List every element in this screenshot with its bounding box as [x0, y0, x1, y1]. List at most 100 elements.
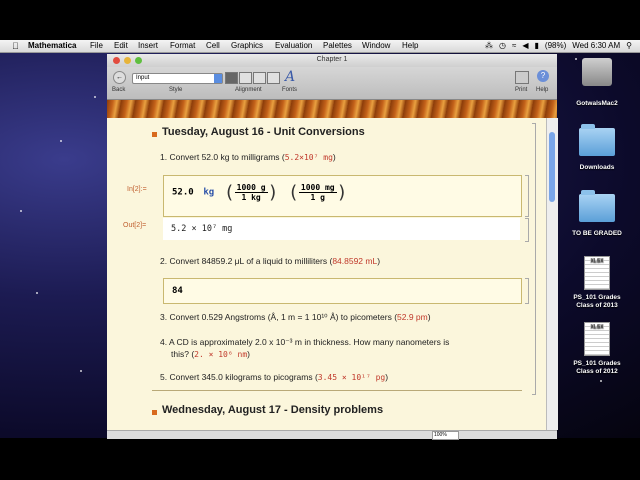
question-1-answer: 5.2×10⁷ mg — [284, 153, 333, 162]
style-select-value: Input — [136, 75, 150, 81]
question-5-close: ) — [385, 372, 389, 382]
paren-close: ) — [267, 182, 279, 203]
question-3: 3. Convert 0.529 Angstroms (Å, 1 m = 1 1… — [160, 312, 431, 323]
folder-icon — [579, 190, 615, 222]
question-2-text: 2. Convert 84859.2 μL of a liquid to mil… — [160, 256, 333, 266]
hard-disk-icon — [582, 58, 612, 86]
question-2-answer: 84.8592 mL — [332, 256, 378, 266]
question-4-close: ) — [247, 349, 250, 359]
output-cell[interactable]: 5.2 × 10⁷ mg — [163, 218, 520, 240]
menu-format[interactable]: Format — [170, 41, 195, 50]
alignment-label: Alignment — [235, 87, 262, 93]
desktop-icon-to-be-graded[interactable]: TO BE GRADED — [565, 190, 629, 237]
fraction-2-numerator: 1000 mg — [298, 183, 337, 193]
menu-help[interactable]: Help — [402, 41, 418, 50]
desktop-icon-disk[interactable]: GotwalsMac2 — [565, 58, 629, 107]
question-4-answer: 2. × 10⁶ nm — [194, 350, 248, 359]
desktop-icon-label: Downloads — [579, 164, 615, 171]
menu-evaluation[interactable]: Evaluation — [275, 41, 312, 50]
paren-open: ( — [223, 182, 235, 203]
window-title: Chapter 1 — [316, 56, 348, 63]
battery-percent: (98%) — [544, 41, 567, 50]
cell-bracket[interactable] — [532, 123, 536, 395]
menu-edit[interactable]: Edit — [114, 41, 128, 50]
volume-icon[interactable]: ◀ — [522, 41, 528, 50]
desktop-icon-grades-2012[interactable]: XLSX PS_101 Grades Class of 2012 — [565, 322, 629, 376]
spreadsheet-icon: XLSX — [584, 256, 610, 290]
menu-graphics[interactable]: Graphics — [231, 41, 263, 50]
vertical-scrollbar[interactable] — [546, 118, 558, 430]
input-cell[interactable]: 52.0 kg (1000 g1 kg) (1000 mg 1 g) — [163, 175, 522, 217]
star — [60, 140, 62, 142]
time-machine-icon[interactable]: ◷ — [499, 41, 506, 50]
title-bar[interactable]: Chapter 1 — [107, 54, 557, 67]
section-bullet-icon — [152, 410, 157, 415]
desktop-icon-label: PS_101 Grades Class of 2012 — [573, 360, 621, 375]
question-1-close: ) — [332, 152, 336, 162]
fraction-1-denominator: 1 kg — [241, 193, 261, 202]
desktop-icon-label: GotwalsMac2 — [576, 100, 618, 107]
xlsx-badge: XLSX — [590, 324, 604, 330]
menu-bar:  Mathematica File Edit Insert Format Ce… — [0, 40, 640, 53]
style-select[interactable]: Input — [132, 73, 223, 84]
fraction-2-denominator: 1 g — [310, 193, 325, 202]
align-left-button[interactable] — [225, 72, 238, 84]
help-icon[interactable]: ? — [537, 70, 549, 82]
question-1: 1. Convert 52.0 kg to milligrams (5.2×10… — [160, 152, 336, 162]
input-value: 52.0 — [172, 187, 194, 198]
menu-insert[interactable]: Insert — [138, 41, 158, 50]
star — [20, 210, 22, 212]
menu-palettes[interactable]: Palettes — [323, 41, 352, 50]
align-right-button[interactable] — [253, 72, 266, 84]
help-label: Help — [536, 87, 549, 93]
apple-menu-icon[interactable]:  — [12, 41, 19, 51]
output-value: 5.2 × 10⁷ mg — [171, 224, 233, 234]
menu-window[interactable]: Window — [362, 41, 390, 50]
notebook-window: Chapter 1 ← Back Input Style Alignment A… — [107, 54, 558, 440]
align-center-button[interactable] — [239, 72, 252, 84]
fonts-label: Fonts — [282, 87, 298, 93]
spotlight-icon[interactable]: ⚲ — [626, 41, 632, 50]
menu-file[interactable]: File — [90, 41, 103, 50]
question-5-answer: 3.45 × 10¹⁷ pg — [317, 373, 386, 382]
star — [94, 96, 96, 98]
paren-open: ( — [288, 182, 299, 203]
xlsx-badge: XLSX — [590, 258, 604, 264]
question-1-text: 1. Convert 52.0 kg to milligrams ( — [160, 152, 285, 162]
paren-close: ) — [336, 182, 348, 203]
fraction-2: 1000 mg 1 g — [298, 183, 337, 202]
alignment-buttons — [225, 72, 280, 84]
cell-bracket[interactable] — [525, 218, 529, 242]
bluetooth-icon[interactable]: ⁂ — [485, 41, 493, 50]
desktop-icon-downloads[interactable]: Downloads — [565, 124, 629, 171]
wifi-icon[interactable]: ≈ — [512, 41, 516, 50]
typing-input-cell[interactable]: 84 — [163, 278, 522, 304]
chevron-down-icon — [214, 74, 222, 83]
star — [80, 370, 82, 372]
desktop-icon-label: PS_101 Grades Class of 2013 — [573, 294, 621, 309]
question-2: 2. Convert 84859.2 μL of a liquid to mil… — [160, 256, 380, 266]
toolbar: ← Back Input Style Alignment A Fonts Pri… — [107, 67, 557, 100]
question-4-text-line1: 4. A CD is approximately 2.0 x 10⁻³ m in… — [160, 337, 450, 347]
zoom-select[interactable]: 100% — [432, 431, 459, 440]
question-2-close: ) — [377, 256, 381, 266]
back-arrow-icon[interactable]: ← — [113, 71, 126, 84]
fonts-icon[interactable]: A — [285, 69, 295, 85]
notebook-content[interactable]: Tuesday, August 16 - Unit Conversions 1.… — [107, 118, 546, 430]
printer-icon[interactable] — [515, 71, 529, 84]
menu-cell[interactable]: Cell — [206, 41, 220, 50]
clock[interactable]: Wed 6:30 AM — [572, 41, 620, 50]
scrollbar-thumb[interactable] — [549, 132, 555, 202]
section-bullet-icon — [152, 132, 157, 137]
battery-icon[interactable]: ▮ — [535, 41, 539, 50]
question-3-answer: 52.9 pm — [397, 312, 428, 322]
section-divider — [152, 390, 522, 391]
input-unit: kg — [203, 187, 215, 198]
cell-bracket[interactable] — [525, 278, 529, 304]
cell-bracket[interactable] — [525, 175, 529, 217]
align-justify-button[interactable] — [267, 72, 280, 84]
input-label: In[2]:= — [127, 186, 147, 193]
menu-app-name[interactable]: Mathematica — [28, 41, 76, 50]
question-3-close: ) — [427, 312, 431, 322]
desktop-icon-grades-2013[interactable]: XLSX PS_101 Grades Class of 2013 — [565, 256, 629, 310]
